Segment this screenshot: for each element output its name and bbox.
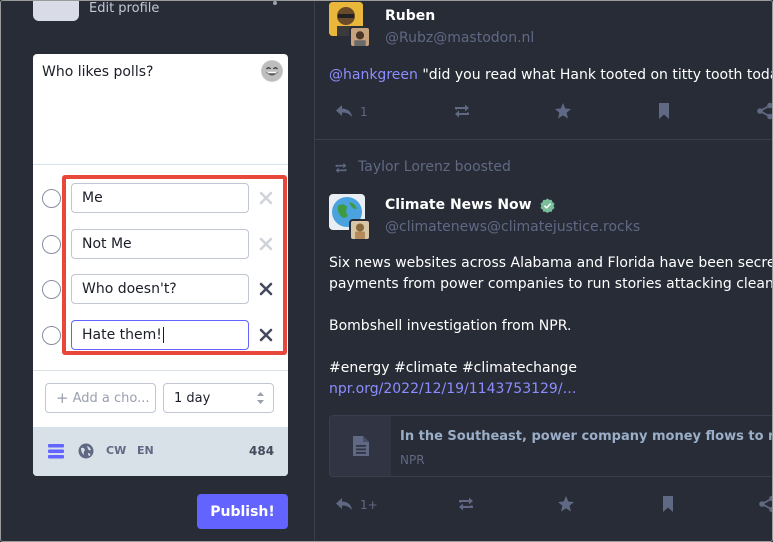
reply-count: 1+ (360, 498, 378, 512)
poll-duration-select[interactable]: 1 day (163, 383, 274, 413)
home-timeline: Ruben @Rubz@mastodon.nl @hankgreen "did … (314, 1, 773, 541)
favourite-icon[interactable] (557, 495, 575, 513)
avatar[interactable] (349, 219, 371, 241)
link-preview-card[interactable]: In the Southeast, power company money fl… (329, 415, 772, 477)
divider (315, 139, 772, 140)
bookmark-icon[interactable] (655, 102, 673, 120)
app-window: Edit profile Who likes polls? Me Not Me … (0, 0, 773, 542)
status-content: @hankgreen "did you read what Hank toote… (329, 65, 773, 86)
status-text-line: Bombshell investigation from NPR. (329, 318, 572, 334)
share-icon[interactable] (758, 495, 772, 513)
reply-icon[interactable] (335, 102, 353, 120)
boost-icon[interactable] (457, 495, 475, 513)
document-icon (352, 436, 369, 456)
poll-options-highlight (62, 175, 287, 355)
account-handle[interactable]: @Rubz@mastodon.nl (385, 30, 534, 46)
compose-column: Edit profile Who likes polls? Me Not Me … (1, 1, 314, 541)
poll-icon[interactable] (47, 442, 65, 460)
poll-duration-value: 1 day (174, 390, 211, 406)
verified-icon (540, 197, 555, 213)
add-choice-button[interactable]: + Add a cho... (45, 383, 156, 413)
bookmark-icon[interactable] (659, 495, 677, 513)
poll-radio (42, 189, 61, 208)
poll-radio (42, 235, 61, 254)
boost-icon (335, 162, 347, 174)
poll-radio (42, 280, 61, 299)
plus-icon: + (56, 389, 69, 407)
card-thumbnail (330, 416, 391, 476)
compose-textarea[interactable]: Who likes polls? (42, 64, 153, 80)
avatar[interactable] (33, 1, 79, 21)
favourite-icon[interactable] (554, 102, 572, 120)
compose-toolbar: CW EN 484 (33, 427, 288, 476)
status-text: "did you read what Hank tooted on titty … (417, 67, 773, 83)
add-choice-label: Add a cho... (72, 390, 150, 406)
hashtags[interactable]: #energy #climate #climatechange (329, 358, 577, 379)
language-button[interactable]: EN (137, 444, 154, 457)
divider (33, 370, 288, 371)
card-source: NPR (400, 453, 425, 467)
globe-icon[interactable] (77, 442, 95, 460)
account-handle[interactable]: @climatenews@climatejustice.rocks (385, 219, 640, 235)
reply-icon[interactable] (335, 495, 353, 513)
status-text-line: payments from power companies to run sto… (329, 276, 773, 292)
card-title: In the Southeast, power company money fl… (400, 429, 772, 444)
publish-button[interactable]: Publish! (197, 494, 288, 529)
emoji-picker-icon[interactable] (261, 60, 283, 82)
mention-link[interactable]: @hankgreen (329, 67, 418, 83)
character-counter: 484 (249, 444, 275, 458)
poll-radio (42, 326, 61, 345)
boosted-by-label[interactable]: Taylor Lorenz boosted (358, 159, 511, 175)
avatar[interactable] (349, 26, 371, 48)
divider (33, 164, 288, 165)
display-name[interactable]: Ruben (385, 8, 435, 24)
boost-icon[interactable] (453, 102, 471, 120)
status-text-line: Six news websites across Alabama and Flo… (329, 255, 773, 271)
display-name-text: Climate News Now (385, 197, 532, 213)
display-name[interactable]: Climate News Now (385, 197, 555, 213)
content-warning-button[interactable]: CW (106, 444, 126, 457)
select-arrows-icon (257, 392, 264, 404)
reply-count: 1 (360, 105, 368, 119)
status-link[interactable]: npr.org/2022/12/19/1143753129/… (329, 379, 577, 400)
more-menu-icon[interactable] (273, 1, 277, 5)
edit-profile-link[interactable]: Edit profile (89, 1, 159, 16)
share-icon[interactable] (756, 102, 772, 120)
